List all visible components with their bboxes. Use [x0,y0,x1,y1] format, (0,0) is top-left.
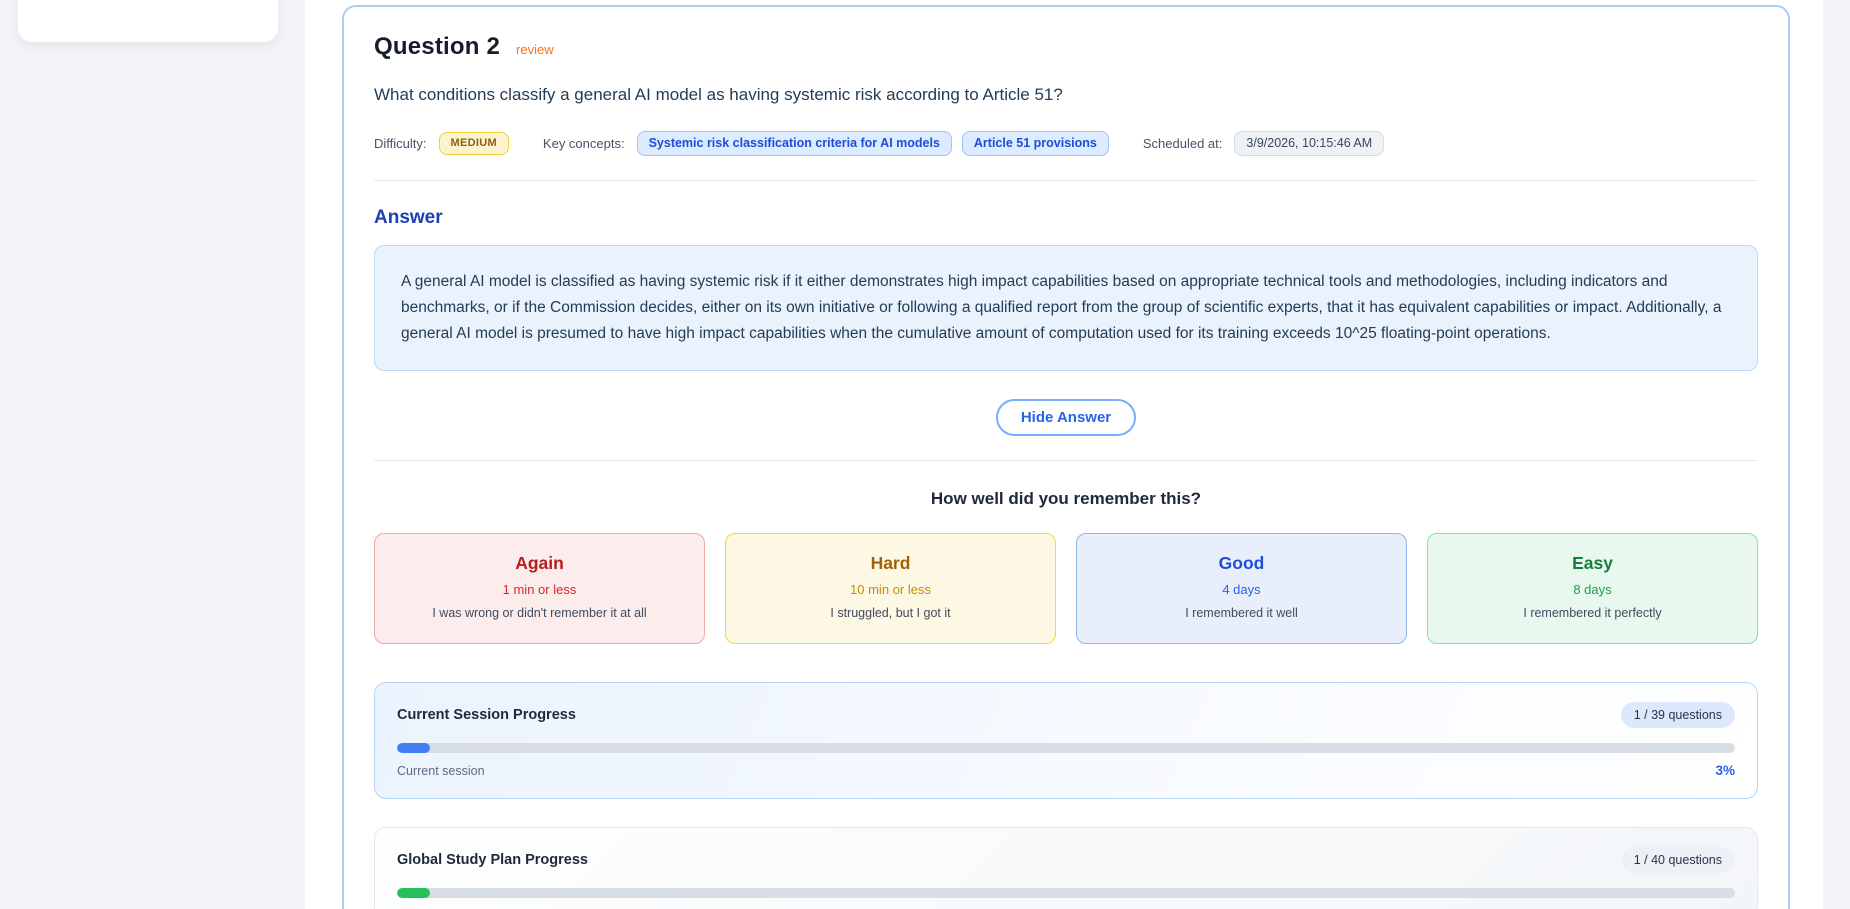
rating-interval: 8 days [1440,582,1745,597]
rating-description: I remembered it perfectly [1440,606,1745,620]
answer-heading: Answer [374,207,1758,229]
key-concepts-label: Key concepts: [543,136,625,151]
concept-badge: Article 51 provisions [962,131,1109,156]
session-progress-header: Current Session Progress 1 / 39 question… [397,702,1735,728]
rating-description: I was wrong or didn't remember it at all [387,606,692,620]
global-progress-bar-fill [397,888,430,898]
global-progress-header: Global Study Plan Progress 1 / 40 questi… [397,847,1735,873]
sidebar-panel-card [18,0,278,42]
session-progress-card: Current Session Progress 1 / 39 question… [374,682,1758,799]
rating-interval: 10 min or less [738,582,1043,597]
session-progress-footer: Current session 3% [397,763,1735,778]
rating-hard-button[interactable]: Hard 10 min or less I struggled, but I g… [725,533,1056,644]
remember-prompt-heading: How well did you remember this? [374,489,1758,509]
rating-label: Good [1089,553,1394,574]
rating-easy-button[interactable]: Easy 8 days I remembered it perfectly [1427,533,1758,644]
scheduled-at-label: Scheduled at: [1143,136,1223,151]
rating-interval: 1 min or less [387,582,692,597]
rating-label: Again [387,553,692,574]
global-progress-bar-track [397,888,1735,898]
rating-label: Easy [1440,553,1745,574]
main-panel: Question 2 review What conditions classi… [305,0,1823,909]
session-progress-bar-fill [397,743,430,753]
session-progress-caption: Current session [397,764,485,778]
hide-answer-wrap: Hide Answer [374,399,1758,436]
session-progress-bar-track [397,743,1735,753]
session-progress-count-badge: 1 / 39 questions [1621,702,1735,728]
scheduled-at-badge: 3/9/2026, 10:15:46 AM [1234,131,1384,156]
global-progress-count-badge: 1 / 40 questions [1621,847,1735,873]
answer-box: A general AI model is classified as havi… [374,245,1758,371]
question-card: Question 2 review What conditions classi… [342,5,1790,909]
divider [374,460,1758,461]
question-title: Question 2 [374,33,500,61]
review-status-tag: review [516,42,554,57]
question-meta-row: Difficulty: MEDIUM Key concepts: Systemi… [374,131,1758,156]
session-progress-percent: 3% [1715,763,1735,778]
sidebar-region [0,0,305,909]
concept-badge: Systemic risk classification criteria fo… [637,131,952,156]
rating-description: I struggled, but I got it [738,606,1043,620]
global-progress-title: Global Study Plan Progress [397,852,588,868]
global-progress-card: Global Study Plan Progress 1 / 40 questi… [374,827,1758,909]
question-text: What conditions classify a general AI mo… [374,85,1758,105]
rating-again-button[interactable]: Again 1 min or less I was wrong or didn'… [374,533,705,644]
rating-interval: 4 days [1089,582,1394,597]
difficulty-badge: MEDIUM [439,132,509,155]
rating-good-button[interactable]: Good 4 days I remembered it well [1076,533,1407,644]
difficulty-label: Difficulty: [374,136,427,151]
hide-answer-button[interactable]: Hide Answer [996,399,1136,436]
question-title-row: Question 2 review [374,33,1758,61]
session-progress-title: Current Session Progress [397,707,576,723]
divider [374,180,1758,181]
rating-label: Hard [738,553,1043,574]
rating-options-grid: Again 1 min or less I was wrong or didn'… [374,533,1758,644]
rating-description: I remembered it well [1089,606,1394,620]
